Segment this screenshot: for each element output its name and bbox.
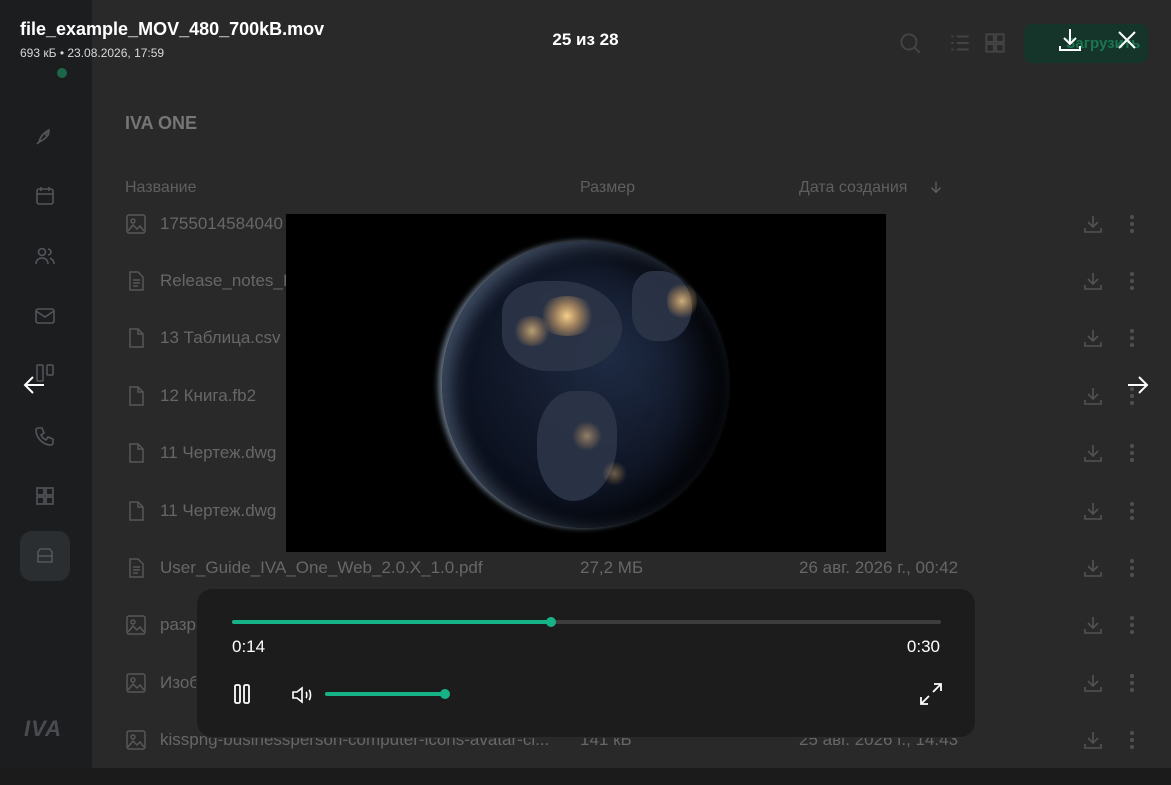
- arrow-right-icon: [1128, 376, 1149, 394]
- earth-image: [442, 241, 729, 528]
- previous-file-button[interactable]: [20, 370, 50, 400]
- total-time: 0:30: [906, 637, 940, 656]
- volume-fill: [325, 692, 445, 696]
- download-icon: [1059, 29, 1081, 51]
- file-counter: 25 из 28: [552, 30, 619, 49]
- pause-icon: [234, 684, 250, 704]
- progress-fill: [232, 620, 552, 624]
- progress-bar[interactable]: [232, 617, 941, 627]
- close-button[interactable]: [1112, 25, 1142, 55]
- volume-button[interactable]: [290, 683, 314, 707]
- close-icon: [1118, 31, 1136, 49]
- video-frame[interactable]: [286, 214, 886, 552]
- volume-thumb[interactable]: [440, 689, 450, 699]
- volume-icon: [292, 686, 312, 704]
- arrow-left-icon: [23, 376, 44, 394]
- expand-icon: [920, 683, 942, 705]
- volume-slider[interactable]: [325, 689, 450, 699]
- current-time: 0:14: [232, 637, 266, 656]
- progress-thumb[interactable]: [546, 617, 557, 627]
- pause-button[interactable]: [230, 682, 254, 706]
- download-button[interactable]: [1055, 25, 1085, 55]
- fullscreen-button[interactable]: [917, 680, 945, 708]
- player-controls: 0:14 0:30: [196, 588, 976, 738]
- next-file-button[interactable]: [1122, 370, 1152, 400]
